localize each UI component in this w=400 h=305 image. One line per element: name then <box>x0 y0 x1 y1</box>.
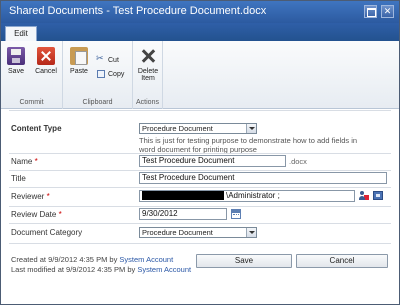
document-category-label: Document Category <box>11 228 83 237</box>
created-by-link[interactable]: System Account <box>119 255 173 264</box>
cut-icon <box>96 53 105 64</box>
reviewer-label: Reviewer * <box>11 192 50 201</box>
copy-icon <box>97 70 105 78</box>
ribbon-save-button[interactable]: Save <box>6 47 26 75</box>
title-input[interactable]: Test Procedure Document <box>139 172 387 184</box>
form-top-divider <box>9 110 391 111</box>
content-type-description-line1: This is just for testing purpose to demo… <box>139 136 358 145</box>
name-extension: .docx <box>289 157 307 166</box>
review-date-label-text: Review Date <box>11 210 57 219</box>
cancel-button[interactable]: Cancel <box>296 254 388 268</box>
ribbon-delete-label-1: Delete <box>137 68 159 75</box>
ribbon-tab-strip: Edit <box>1 23 399 41</box>
name-required-marker: * <box>34 157 38 166</box>
review-date-label: Review Date * <box>11 210 62 219</box>
name-divider <box>9 170 391 171</box>
close-icon[interactable]: ✕ <box>381 5 394 18</box>
ribbon: Save Cancel Commit Paste Cut Copy Clipbo… <box>1 41 399 109</box>
ribbon-delete-label-2: Item <box>141 75 155 82</box>
review-date-input[interactable]: 9/30/2012 <box>139 208 227 220</box>
cancel-icon <box>37 47 55 65</box>
paste-icon <box>70 47 88 65</box>
group-label-clipboard: Clipboard <box>82 99 113 106</box>
reviewer-required-marker: * <box>46 192 50 201</box>
check-names-badge <box>364 195 369 200</box>
save-icon <box>7 47 25 65</box>
edit-properties-dialog: Shared Documents - Test Procedure Docume… <box>0 0 400 305</box>
save-button[interactable]: Save <box>196 254 292 268</box>
modified-info: Last modified at 9/9/2012 4:35 PM by Sys… <box>11 265 191 274</box>
reviewer-people-picker[interactable]: \Administrator ; <box>139 190 355 202</box>
content-type-label: Content Type <box>11 124 62 133</box>
name-label: Name * <box>11 157 38 166</box>
title-label: Title <box>11 174 26 183</box>
ribbon-delete-item-button[interactable]: Delete Item <box>135 47 161 82</box>
ribbon-paste-label: Paste <box>70 68 88 75</box>
ribbon-cancel-button[interactable]: Cancel <box>33 47 59 75</box>
chevron-down-icon <box>246 124 256 133</box>
name-label-text: Name <box>11 157 33 166</box>
redacted-block <box>142 191 224 201</box>
ribbon-paste-button[interactable]: Paste <box>68 47 90 75</box>
ribbon-copy-label: Copy <box>108 70 125 78</box>
created-prefix: Created at 9/9/2012 4:35 PM by <box>11 255 120 264</box>
content-type-divider <box>9 153 391 154</box>
ribbon-cut-button[interactable]: Cut <box>96 53 119 64</box>
content-type-value: Procedure Document <box>142 124 213 133</box>
window-title: Shared Documents - Test Procedure Docume… <box>9 5 267 17</box>
reviewer-divider <box>9 206 391 207</box>
reviewer-value: \Administrator ; <box>226 191 280 200</box>
ribbon-save-label: Save <box>8 68 24 75</box>
ribbon-group-actions: Delete Item Actions <box>133 41 163 109</box>
review-date-required-marker: * <box>58 210 62 219</box>
reviewer-label-text: Reviewer <box>11 192 45 201</box>
group-label-actions: Actions <box>136 99 159 106</box>
document-category-select[interactable]: Procedure Document <box>139 227 257 238</box>
title-divider <box>9 187 391 188</box>
ribbon-cut-label: Cut <box>108 56 119 64</box>
calendar-icon[interactable] <box>231 209 241 219</box>
browse-directory-icon[interactable] <box>373 191 383 200</box>
chevron-down-icon <box>246 228 256 237</box>
ribbon-copy-button[interactable]: Copy <box>97 70 124 78</box>
modified-prefix: Last modified at 9/9/2012 4:35 PM by <box>11 265 138 274</box>
ribbon-cancel-label: Cancel <box>35 68 57 75</box>
title-bar: Shared Documents - Test Procedure Docume… <box>1 1 399 23</box>
maximize-icon[interactable] <box>364 5 377 18</box>
content-type-select[interactable]: Procedure Document <box>139 123 257 134</box>
content-type-description: This is just for testing purpose to demo… <box>139 136 357 154</box>
check-names-icon[interactable] <box>359 191 369 201</box>
ribbon-group-commit: Save Cancel Commit <box>1 41 63 109</box>
group-label-commit: Commit <box>19 99 44 106</box>
review-date-divider <box>9 223 391 224</box>
document-category-value: Procedure Document <box>142 228 213 237</box>
delete-icon <box>139 47 157 65</box>
created-info: Created at 9/9/2012 4:35 PM by System Ac… <box>11 255 173 264</box>
modified-by-link[interactable]: System Account <box>137 265 191 274</box>
tab-edit[interactable]: Edit <box>5 26 37 41</box>
name-input[interactable]: Test Procedure Document <box>139 155 286 167</box>
ribbon-group-clipboard: Paste Cut Copy Clipboard <box>63 41 133 109</box>
form-bottom-divider <box>9 243 391 244</box>
